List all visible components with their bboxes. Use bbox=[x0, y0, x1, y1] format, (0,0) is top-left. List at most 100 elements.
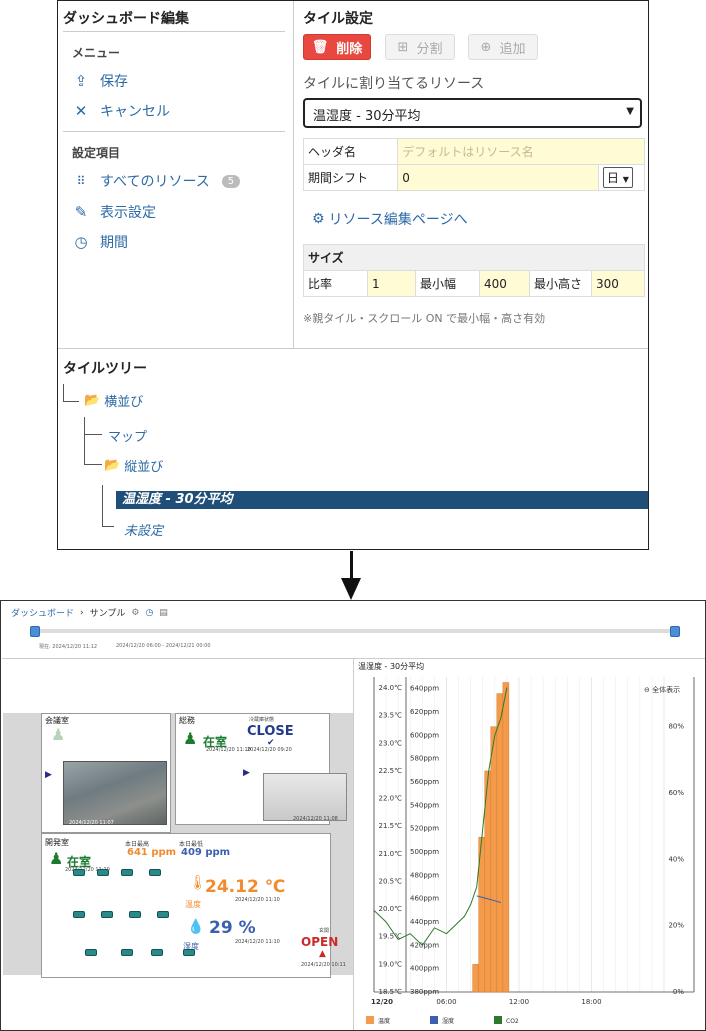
menu-heading: メニュー bbox=[72, 46, 121, 60]
close-icon: ✕ bbox=[74, 102, 88, 120]
tree-node-map[interactable]: マップ bbox=[108, 426, 147, 445]
tree-node-horizontal[interactable]: 📂 横並び bbox=[84, 391, 143, 410]
save-button[interactable]: ⇪ 保存 bbox=[72, 71, 128, 91]
period-shift-input[interactable]: 0 bbox=[397, 164, 599, 191]
breadcrumb: ダッシュボード › サンプル ⚙ ◷ ▤ bbox=[11, 606, 168, 620]
temperature-time: 2024/12/20 11:10 bbox=[235, 897, 280, 903]
temp-humidity-chart: 18.5℃19.0℃19.5℃20.0℃20.5℃21.0℃21.5℃22.0℃… bbox=[366, 677, 695, 1025]
resource-edit-link-label: リソース編集ページへ bbox=[328, 212, 468, 228]
dev-room-label: 開発室 bbox=[45, 838, 69, 847]
desk bbox=[85, 949, 97, 956]
clock-icon: ◷ bbox=[74, 233, 88, 251]
breadcrumb-root[interactable]: ダッシュボード bbox=[11, 606, 74, 619]
time-slider-end-handle[interactable] bbox=[670, 626, 680, 637]
split-button[interactable]: ⊞ 分割 bbox=[385, 34, 455, 60]
co2-tick-label: 380ppm bbox=[410, 988, 439, 996]
min-height-label: 最小高さ bbox=[529, 270, 592, 297]
delete-button[interactable]: 🗑 削除 bbox=[303, 34, 371, 60]
period-label: 期間 bbox=[100, 235, 128, 251]
resource-count-badge: 5 bbox=[221, 174, 241, 188]
desk bbox=[121, 869, 133, 876]
add-button[interactable]: ⊕ 追加 bbox=[468, 34, 538, 60]
tree-node-vertical[interactable]: 📂 縦並び bbox=[104, 456, 163, 475]
temp-tick-label: 20.5℃ bbox=[379, 877, 403, 885]
co2-tick-label: 600ppm bbox=[410, 731, 439, 739]
temp-tick-label: 21.0℃ bbox=[379, 850, 403, 858]
size-heading: サイズ bbox=[303, 244, 645, 271]
dashboard-preview: ダッシュボード › サンプル ⚙ ◷ ▤ 現在: 2024/12/20 11:1… bbox=[0, 600, 706, 1031]
camera-image-1[interactable] bbox=[63, 761, 167, 825]
humidity-value: 29 % bbox=[209, 918, 256, 938]
desk bbox=[97, 869, 109, 876]
time-slider-start-handle[interactable] bbox=[30, 626, 40, 637]
co2-tick-label: 620ppm bbox=[410, 708, 439, 716]
time-slider-track[interactable] bbox=[35, 629, 675, 633]
period-unit-select[interactable]: 日 ▼ bbox=[602, 167, 633, 188]
cancel-button[interactable]: ✕ キャンセル bbox=[72, 101, 170, 121]
temperature-bar bbox=[502, 682, 510, 993]
legend-swatch bbox=[430, 1016, 438, 1024]
all-resources-item[interactable]: ⠿ すべてのリソース 5 bbox=[72, 171, 241, 191]
temp-tick-label: 24.0℃ bbox=[379, 684, 403, 692]
legend-label: 温度 bbox=[378, 1017, 390, 1025]
temperature-bar bbox=[496, 693, 504, 993]
min-width-label: 最小幅 bbox=[415, 270, 480, 297]
camera-icon[interactable]: ▶ bbox=[45, 770, 52, 780]
humidity-tick-label: 40% bbox=[668, 855, 684, 863]
temperature-value: 24.12 ℃ bbox=[205, 877, 286, 897]
gear-icon[interactable]: ⚙ bbox=[131, 608, 139, 618]
resource-select[interactable]: 温湿度 - 30分平均 ▼ bbox=[303, 98, 642, 128]
settings-heading: 設定項目 bbox=[72, 146, 121, 160]
humidity-tick-label: 60% bbox=[668, 789, 684, 797]
min-height-input[interactable]: 300 bbox=[591, 270, 645, 297]
co2-min-value: 409 ppm bbox=[181, 847, 231, 858]
open-time: 2024/12/20 10:11 bbox=[301, 962, 346, 968]
now-label: 現在: 2024/12/20 11:12 bbox=[39, 644, 98, 650]
camera-time-2: 2024/12/20 11:08 bbox=[293, 816, 338, 822]
period-unit-value: 日 bbox=[606, 171, 619, 185]
chevron-down-icon: ▼ bbox=[626, 106, 634, 117]
desk bbox=[121, 949, 133, 956]
temperature-bar bbox=[472, 964, 479, 993]
folder-open-icon: 📂 bbox=[104, 458, 121, 473]
display-settings-item[interactable]: ✎ 表示設定 bbox=[72, 202, 156, 222]
camera-image-2[interactable] bbox=[263, 773, 347, 821]
down-arrow-icon bbox=[341, 578, 361, 600]
min-width-input[interactable]: 400 bbox=[479, 270, 530, 297]
temp-tick-label: 20.0℃ bbox=[379, 905, 403, 913]
tile-tree-title: タイルツリー bbox=[63, 361, 147, 377]
humidity-tick-label: 0% bbox=[673, 988, 684, 996]
resource-select-value: 温湿度 - 30分平均 bbox=[313, 109, 421, 124]
dashboard-editor: ダッシュボード編集 メニュー ⇪ 保存 ✕ キャンセル 設定項目 ⠿ すべてのリソース… bbox=[57, 0, 649, 550]
split-label: 分割 bbox=[416, 41, 443, 57]
header-name-input[interactable]: デフォルトはリソース名 bbox=[397, 138, 645, 165]
resource-edit-link[interactable]: ⚙ リソース編集ページへ bbox=[312, 209, 468, 229]
map-tile: 会議室 総務 ♟ 2024/12/20 11:07 ▶ ♟ 在室 2024/12… bbox=[2, 658, 354, 1030]
tree-node-map-label: マップ bbox=[108, 430, 148, 445]
co2-tick-label: 640ppm bbox=[410, 685, 439, 693]
co2-tick-label: 540ppm bbox=[410, 801, 439, 809]
tile-tree: タイルツリー 📂 横並び マップ 📂 縦並び 温湿度 - 30分平均 未設定 bbox=[58, 348, 648, 550]
save-label: 保存 bbox=[100, 74, 128, 90]
water-drop-icon: 💧 bbox=[187, 919, 205, 935]
camera-icon[interactable]: ▶ bbox=[243, 768, 250, 778]
header-name-label: ヘッダ名 bbox=[302, 138, 399, 165]
temperature-bar bbox=[490, 726, 498, 993]
all-resources-label: すべてのリソース bbox=[100, 174, 210, 190]
co2-tick-label: 580ppm bbox=[410, 755, 439, 763]
co2-tick-label: 460ppm bbox=[410, 895, 439, 903]
desk bbox=[151, 949, 163, 956]
tree-node-unset-label: 未設定 bbox=[124, 524, 164, 539]
legend-swatch bbox=[366, 1016, 374, 1024]
clock-icon[interactable]: ◷ bbox=[145, 608, 153, 618]
x-tick-label: 12:00 bbox=[509, 998, 529, 1006]
temp-tick-label: 23.5℃ bbox=[379, 712, 403, 720]
tree-node-selected[interactable]: 温湿度 - 30分平均 bbox=[116, 491, 648, 509]
resource-label: タイルに割り当てるリソース bbox=[303, 76, 485, 92]
tree-node-vertical-label: 縦並び bbox=[124, 460, 164, 475]
period-item[interactable]: ◷ 期間 bbox=[72, 232, 128, 252]
calendar-icon[interactable]: ▤ bbox=[159, 608, 168, 618]
tree-node-unset[interactable]: 未設定 bbox=[124, 520, 163, 539]
tile-settings-panel: タイル設定 🗑 削除 ⊞ 分割 ⊕ 追加 タイルに割り当てるリソース 温湿度 - 30… bbox=[294, 1, 649, 348]
ratio-input[interactable]: 1 bbox=[367, 270, 416, 297]
